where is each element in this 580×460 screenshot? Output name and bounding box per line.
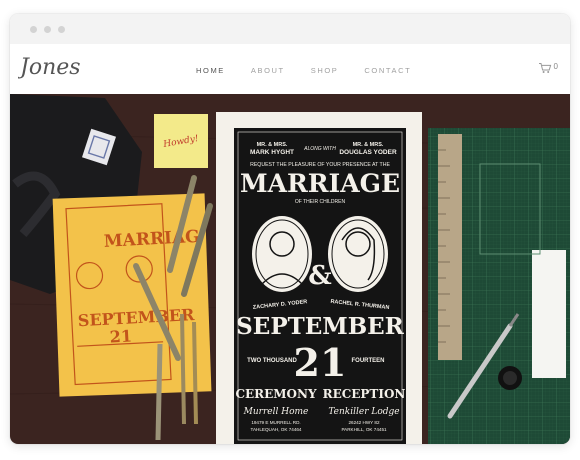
yellow-sketch-card: MARRIAG SEPTEMBER 21 [52, 193, 212, 397]
poster-year-left: TWO THOUSAND [247, 358, 297, 364]
cart-count: 0 [553, 62, 558, 71]
hero-image: Howdy! MARRIAG SEPTEMBER 21 MR. & MRS. M… [10, 94, 570, 444]
cart-icon [538, 63, 551, 73]
paper-card [532, 250, 566, 378]
poster-title: MARRIAGE [240, 169, 400, 198]
nav-item-home[interactable]: HOME [196, 66, 225, 75]
poster-addr-right-city: PARKHILL, OK 74451 [341, 427, 387, 432]
window-dot-close[interactable] [30, 26, 37, 33]
poster-along-with: ALONG WITH [303, 146, 336, 152]
poster-addr-right: 26242 HWY 82 [348, 420, 380, 425]
poster-day: 21 [294, 340, 347, 385]
nav-item-about[interactable]: ABOUT [251, 66, 285, 75]
browser-window: Jones HOME ABOUT SHOP CONTACT 0 Howdy! M… [10, 14, 570, 444]
poster-addr-left-city: TAHLEQUAH, OK 74464 [251, 427, 302, 432]
groom-portrait [252, 216, 312, 292]
main-nav: HOME ABOUT SHOP CONTACT [196, 66, 437, 75]
poster-year-right: FOURTEEN [352, 358, 385, 364]
poster-top-left-name: MARK HYGHT [250, 149, 294, 156]
window-dot-maximize[interactable] [58, 26, 65, 33]
poster-request: REQUEST THE PLEASURE OF YOUR PRESENCE AT… [250, 162, 390, 168]
nav-item-shop[interactable]: SHOP [311, 66, 339, 75]
sticky-note: Howdy! [154, 114, 208, 168]
cart-button[interactable]: 0 [538, 62, 558, 74]
poster-venue-right: Tenkiller Lodge [328, 407, 399, 417]
poster-addr-left: 19479 E MURRELL RD. [251, 420, 300, 425]
poster-reception: RECEPTION [323, 387, 406, 401]
browser-chrome [10, 14, 570, 44]
ampersand: & [308, 261, 331, 291]
poster-top-right: MR. & MRS. [353, 142, 384, 148]
poster-month: SEPTEMBER [236, 313, 405, 340]
window-dot-minimize[interactable] [44, 26, 51, 33]
site-header: Jones HOME ABOUT SHOP CONTACT 0 [10, 44, 570, 94]
metal-ruler [438, 134, 462, 360]
nav-item-contact[interactable]: CONTACT [364, 66, 411, 75]
hero-illustration: Howdy! MARRIAG SEPTEMBER 21 MR. & MRS. M… [10, 94, 570, 444]
poster-ceremony: CEREMONY [235, 387, 317, 401]
invitation-poster: MR. & MRS. MARK HYGHT ALONG WITH MR. & M… [216, 112, 422, 444]
poster-venue-left: Murrell Home [243, 407, 309, 417]
poster-of-children: OF THEIR CHILDREN [295, 199, 346, 205]
logo-text: Jones [18, 55, 81, 80]
poster-top-right-name: DOUGLAS YODER [339, 149, 397, 156]
yellow-card-day: 21 [109, 326, 132, 346]
poster-top-left: MR. & MRS. [257, 142, 288, 148]
site-logo[interactable]: Jones [18, 50, 88, 84]
